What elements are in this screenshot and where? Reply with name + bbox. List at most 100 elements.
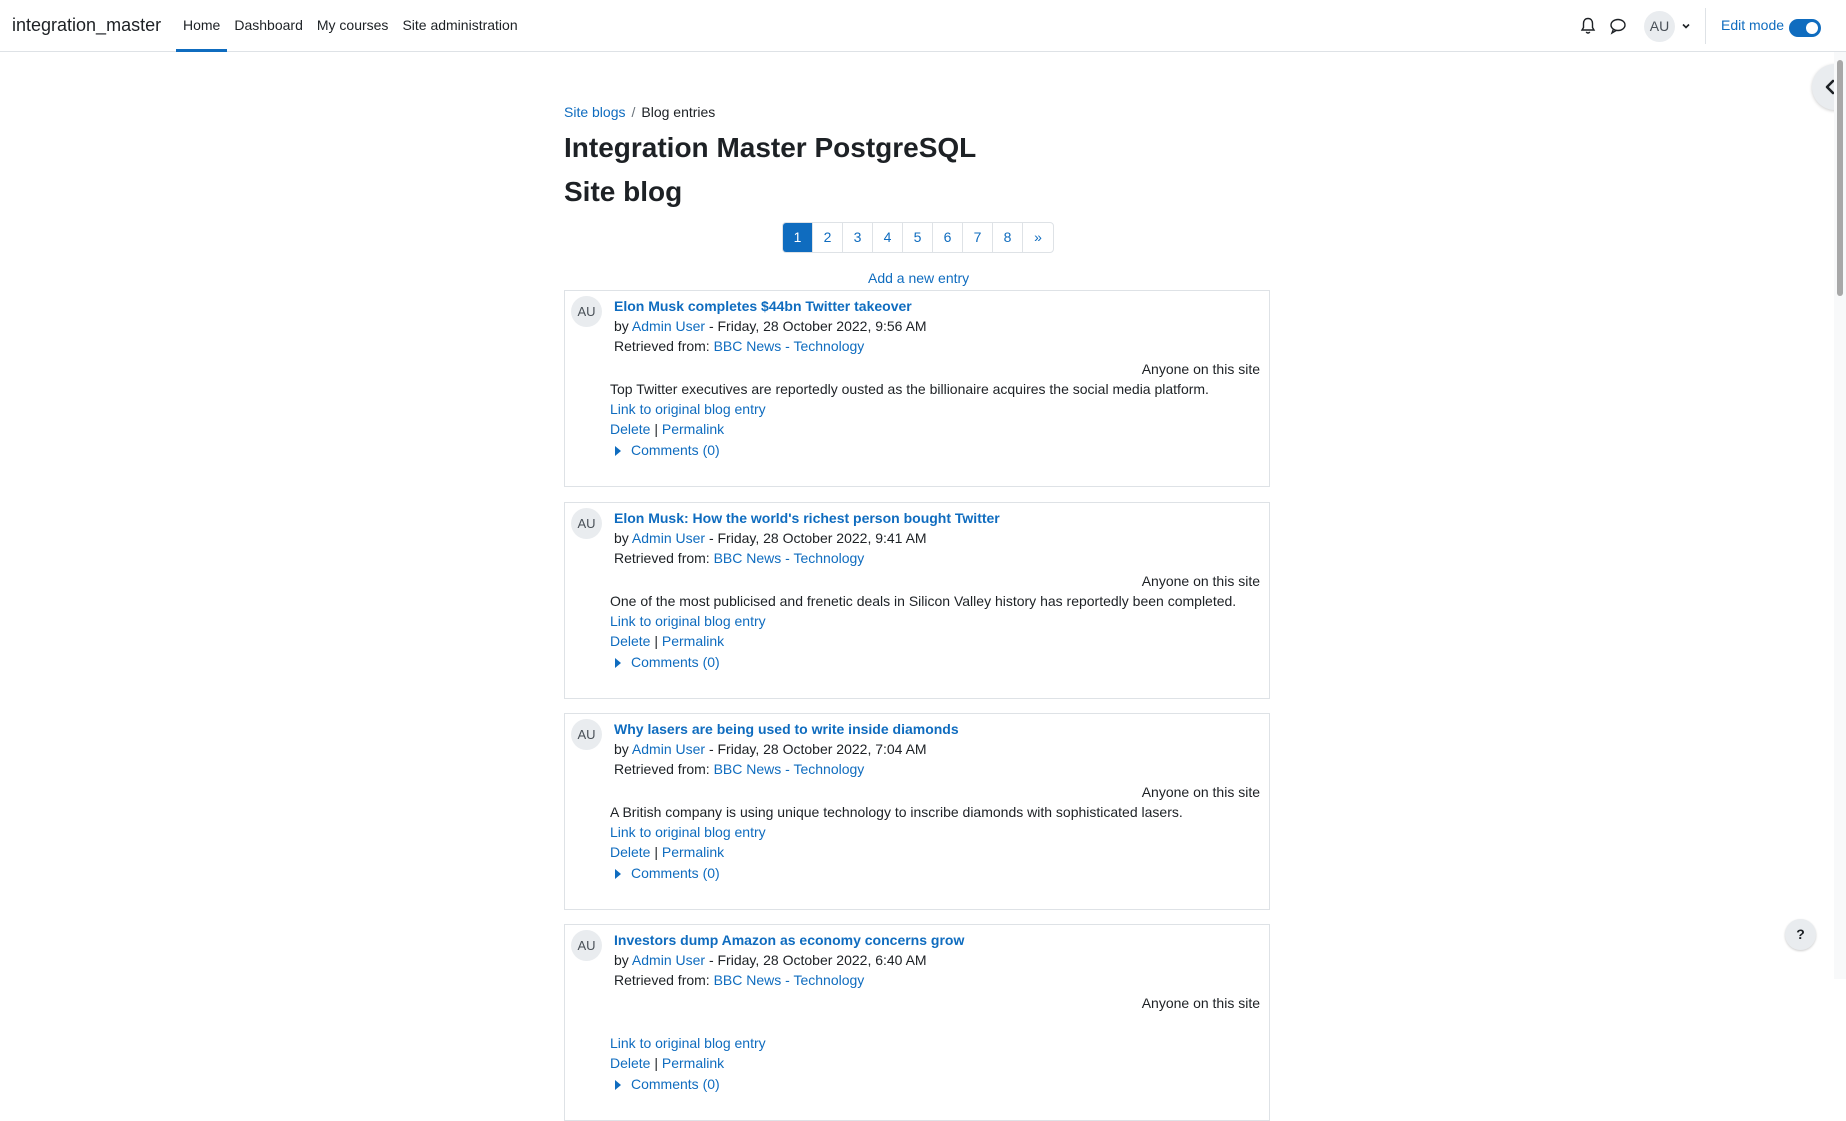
permalink-link[interactable]: Permalink	[662, 1055, 724, 1071]
entry-title[interactable]: Why lasers are being used to write insid…	[614, 721, 959, 737]
nav-my-courses[interactable]: My courses	[310, 0, 396, 52]
by-label: by	[614, 530, 629, 546]
source-link[interactable]: BBC News - Technology	[714, 338, 865, 354]
original-entry-link[interactable]: Link to original blog entry	[610, 401, 766, 417]
page-8[interactable]: 8	[993, 223, 1023, 252]
permalink-link[interactable]: Permalink	[662, 844, 724, 860]
bell-icon[interactable]	[1580, 17, 1598, 35]
action-separator: |	[654, 421, 658, 437]
breadcrumb-separator: /	[631, 104, 636, 120]
page-5[interactable]: 5	[903, 223, 933, 252]
page-7[interactable]: 7	[963, 223, 993, 252]
entry-actions: Delete | Permalink	[610, 1055, 724, 1071]
entry-date: - Friday, 28 October 2022, 7:04 AM	[708, 741, 927, 757]
top-navbar: integration_master Home Dashboard My cou…	[0, 0, 1846, 52]
entry-visibility: Anyone on this site	[1141, 784, 1260, 800]
source-link[interactable]: BBC News - Technology	[714, 550, 865, 566]
page-3[interactable]: 3	[843, 223, 873, 252]
page-4[interactable]: 4	[873, 223, 903, 252]
caret-right-icon	[615, 869, 621, 879]
page-1[interactable]: 1	[783, 223, 813, 252]
entry-visibility: Anyone on this site	[1141, 995, 1260, 1011]
author-avatar[interactable]: AU	[571, 508, 602, 539]
breadcrumb-current: Blog entries	[641, 104, 716, 120]
delete-link[interactable]: Delete	[610, 633, 650, 649]
author-avatar[interactable]: AU	[571, 930, 602, 961]
author-avatar[interactable]: AU	[571, 296, 602, 327]
breadcrumb: Site blogs / Blog entries	[564, 104, 715, 120]
comments-toggle[interactable]: Comments (0)	[615, 1076, 720, 1092]
author-link[interactable]: Admin User	[632, 952, 705, 968]
page-6[interactable]: 6	[933, 223, 963, 252]
author-link[interactable]: Admin User	[632, 530, 705, 546]
source-link[interactable]: BBC News - Technology	[714, 761, 865, 777]
blog-entry: AU Elon Musk completes $44bn Twitter tak…	[564, 290, 1270, 487]
entry-retrieved: Retrieved from: BBC News - Technology	[614, 550, 864, 566]
scrollbar-thumb[interactable]	[1837, 60, 1843, 296]
entry-actions: Delete | Permalink	[610, 844, 724, 860]
retrieved-label: Retrieved from:	[614, 761, 710, 777]
permalink-link[interactable]: Permalink	[662, 421, 724, 437]
entry-date: - Friday, 28 October 2022, 6:40 AM	[708, 952, 927, 968]
by-label: by	[614, 952, 629, 968]
entry-summary: A British company is using unique techno…	[610, 804, 1183, 820]
original-entry-link[interactable]: Link to original blog entry	[610, 1035, 766, 1051]
entry-title[interactable]: Elon Musk completes $44bn Twitter takeov…	[614, 298, 912, 314]
blog-entry: AU Elon Musk: How the world's richest pe…	[564, 502, 1270, 699]
entry-byline: by Admin User - Friday, 28 October 2022,…	[614, 741, 927, 757]
author-avatar[interactable]: AU	[571, 719, 602, 750]
original-entry-link[interactable]: Link to original blog entry	[610, 613, 766, 629]
entry-visibility: Anyone on this site	[1141, 573, 1260, 589]
comments-toggle[interactable]: Comments (0)	[615, 654, 720, 670]
site-brand[interactable]: integration_master	[12, 15, 161, 36]
add-new-entry-link[interactable]: Add a new entry	[868, 270, 969, 286]
comments-label: Comments (0)	[631, 865, 720, 881]
entry-title[interactable]: Investors dump Amazon as economy concern…	[614, 932, 964, 948]
page-next[interactable]: »	[1023, 223, 1053, 252]
retrieved-label: Retrieved from:	[614, 550, 710, 566]
blog-entry: AU Investors dump Amazon as economy conc…	[564, 924, 1270, 1121]
nav-dashboard[interactable]: Dashboard	[227, 0, 310, 52]
help-button[interactable]: ?	[1785, 919, 1816, 950]
comments-toggle[interactable]: Comments (0)	[615, 865, 720, 881]
source-link[interactable]: BBC News - Technology	[714, 972, 865, 988]
breadcrumb-site-blogs[interactable]: Site blogs	[564, 104, 625, 120]
toggle-knob	[1806, 22, 1818, 34]
messages-icon[interactable]	[1609, 17, 1627, 35]
comments-toggle[interactable]: Comments (0)	[615, 442, 720, 458]
action-separator: |	[654, 633, 658, 649]
delete-link[interactable]: Delete	[610, 844, 650, 860]
blog-entry: AU Why lasers are being used to write in…	[564, 713, 1270, 910]
entry-date: - Friday, 28 October 2022, 9:56 AM	[708, 318, 927, 334]
entry-visibility: Anyone on this site	[1141, 361, 1260, 377]
nav-site-administration[interactable]: Site administration	[395, 0, 524, 52]
entry-date: - Friday, 28 October 2022, 9:41 AM	[708, 530, 927, 546]
entry-actions: Delete | Permalink	[610, 633, 724, 649]
permalink-link[interactable]: Permalink	[662, 633, 724, 649]
entry-byline: by Admin User - Friday, 28 October 2022,…	[614, 530, 927, 546]
entry-retrieved: Retrieved from: BBC News - Technology	[614, 761, 864, 777]
author-link[interactable]: Admin User	[632, 741, 705, 757]
delete-link[interactable]: Delete	[610, 421, 650, 437]
entry-byline: by Admin User - Friday, 28 October 2022,…	[614, 318, 927, 334]
retrieved-label: Retrieved from:	[614, 972, 710, 988]
edit-mode-label[interactable]: Edit mode	[1721, 17, 1784, 33]
navbar-divider	[1705, 8, 1706, 44]
page-2[interactable]: 2	[813, 223, 843, 252]
action-separator: |	[654, 844, 658, 860]
edit-mode-toggle[interactable]	[1789, 19, 1821, 37]
original-entry-link[interactable]: Link to original blog entry	[610, 824, 766, 840]
entry-retrieved: Retrieved from: BBC News - Technology	[614, 972, 864, 988]
chevron-down-icon[interactable]	[1680, 19, 1692, 31]
author-link[interactable]: Admin User	[632, 318, 705, 334]
action-separator: |	[654, 1055, 658, 1071]
caret-right-icon	[615, 446, 621, 456]
delete-link[interactable]: Delete	[610, 1055, 650, 1071]
comments-label: Comments (0)	[631, 654, 720, 670]
entry-actions: Delete | Permalink	[610, 421, 724, 437]
nav-home[interactable]: Home	[176, 0, 228, 52]
caret-right-icon	[615, 1080, 621, 1090]
user-avatar[interactable]: AU	[1644, 11, 1675, 42]
pagination: 1 2 3 4 5 6 7 8 »	[782, 222, 1054, 253]
entry-title[interactable]: Elon Musk: How the world's richest perso…	[614, 510, 1000, 526]
